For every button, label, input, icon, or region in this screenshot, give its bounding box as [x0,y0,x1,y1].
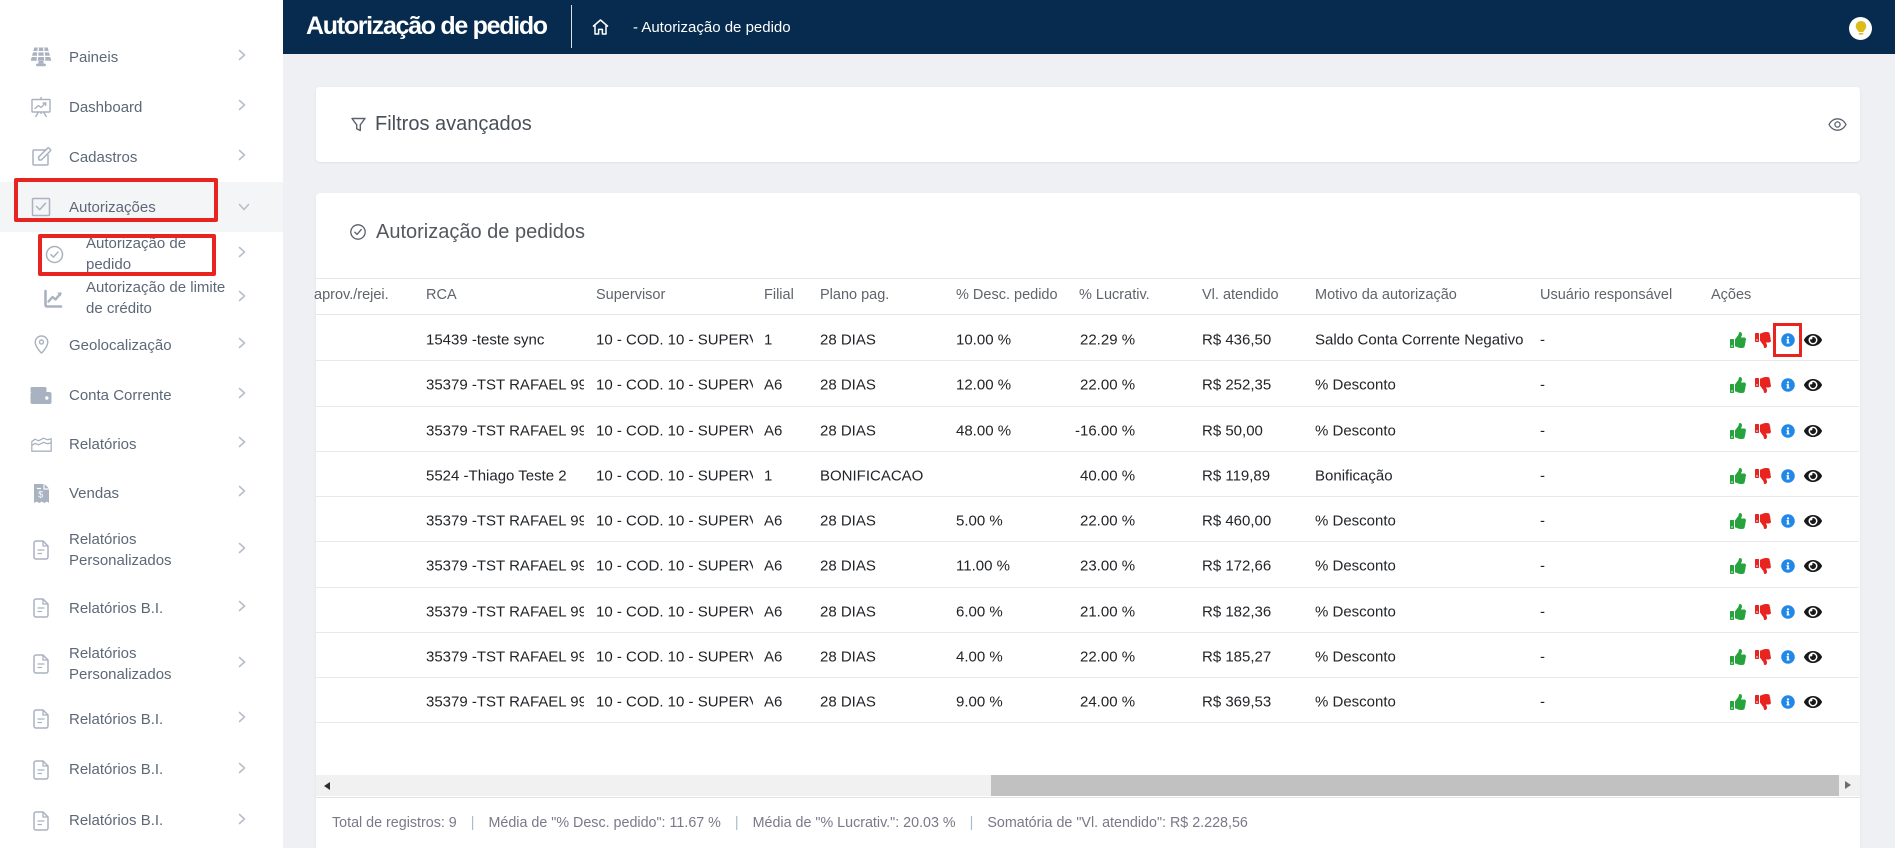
svg-text:$: $ [38,489,43,499]
